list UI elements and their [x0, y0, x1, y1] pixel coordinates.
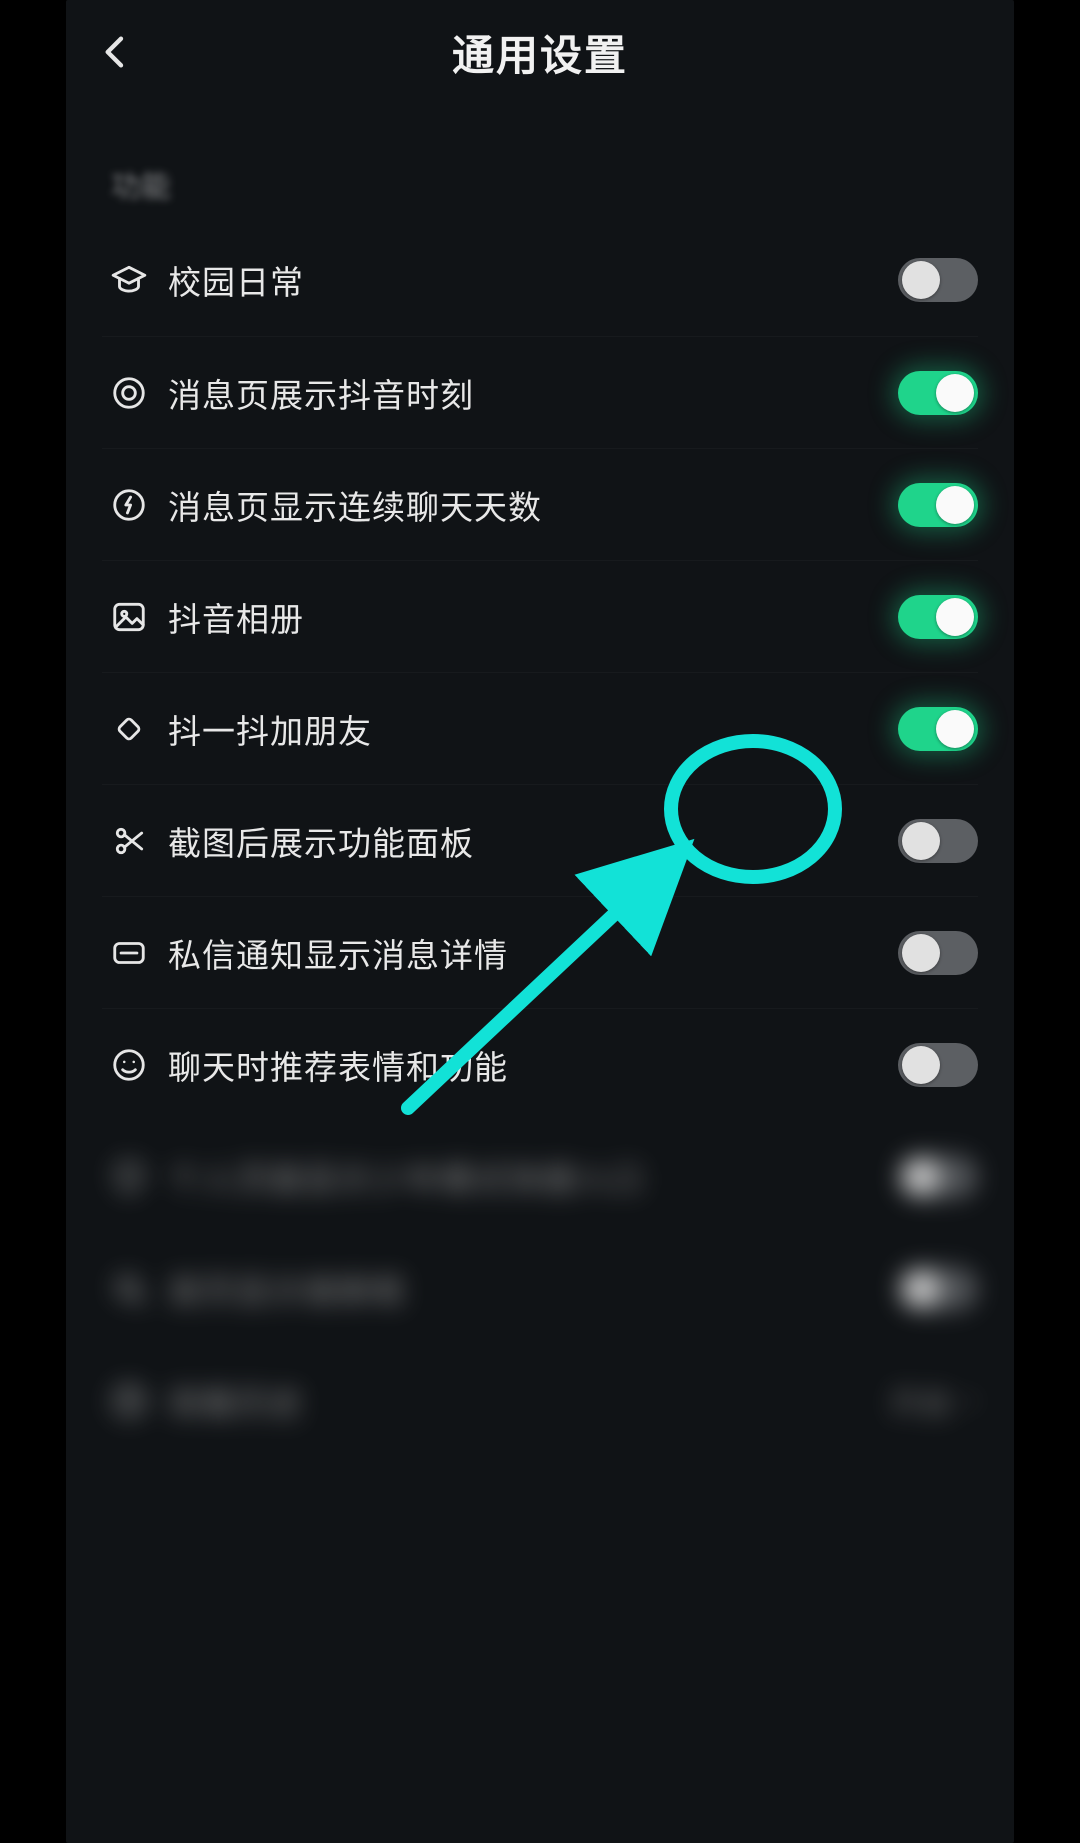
setting-row-label: 抖音相册	[156, 593, 898, 641]
setting-row-6: 私信通知显示消息详情	[102, 896, 978, 1008]
setting-row-label: 抖一抖加朋友	[156, 705, 898, 753]
toggle-knob	[902, 934, 940, 972]
setting-row-label: 观看历史	[156, 1377, 890, 1425]
setting-row-blurred-0: 个人页面显示少年模式快捷入口	[102, 1120, 978, 1232]
toggle-knob	[936, 486, 974, 524]
setting-row-2: 消息页显示连续聊天天数	[102, 448, 978, 560]
toggle-main-3[interactable]	[898, 595, 978, 639]
setting-row-3: 抖音相册	[102, 560, 978, 672]
search-icon	[102, 1270, 156, 1308]
toggle-knob	[936, 598, 974, 636]
section-label: 功能	[66, 104, 1014, 224]
toggle-knob	[902, 1046, 940, 1084]
setting-row-7: 聊天时推荐表情和功能	[102, 1008, 978, 1120]
setting-row-blurred-2: 观看历史开启	[102, 1344, 978, 1456]
setting-row-5: 截图后展示功能面板	[102, 784, 978, 896]
bolt-icon	[102, 486, 156, 524]
setting-row-label: 消息页显示连续聊天天数	[156, 481, 898, 529]
toggle-knob	[902, 261, 940, 299]
toggle-knob	[936, 710, 974, 748]
history-icon	[102, 1382, 156, 1420]
toggle-main-7[interactable]	[898, 1043, 978, 1087]
toggle-knob	[936, 374, 974, 412]
toggle-main-0[interactable]	[898, 258, 978, 302]
toggle-knob	[902, 1270, 940, 1308]
setting-row-blurred-1: 首页显示搜索框	[102, 1232, 978, 1344]
smile-icon	[102, 1046, 156, 1084]
setting-row-0: 校园日常	[102, 224, 978, 336]
setting-row-label: 聊天时推荐表情和功能	[156, 1041, 898, 1089]
message-icon	[102, 934, 156, 972]
scissors-icon	[102, 822, 156, 860]
setting-row-label: 个人页面显示少年模式快捷入口	[156, 1153, 898, 1201]
setting-row-4: 抖一抖加朋友	[102, 672, 978, 784]
settings-list: 校园日常消息页展示抖音时刻消息页显示连续聊天天数抖音相册抖一抖加朋友截图后展示功…	[66, 224, 1014, 1456]
target-icon	[102, 374, 156, 412]
gallery-icon	[102, 598, 156, 636]
setting-row-label: 首页显示搜索框	[156, 1265, 898, 1313]
chevron-right-icon	[960, 1392, 978, 1410]
header: 通用设置	[66, 0, 1014, 104]
toggle-main-2[interactable]	[898, 483, 978, 527]
row-value[interactable]: 开启	[890, 1379, 978, 1423]
graduation-icon	[102, 261, 156, 299]
settings-screen: 通用设置 功能 校园日常消息页展示抖音时刻消息页显示连续聊天天数抖音相册抖一抖加…	[66, 0, 1014, 1843]
back-button[interactable]	[86, 22, 146, 82]
toggle-knob	[902, 822, 940, 860]
setting-row-1: 消息页展示抖音时刻	[102, 336, 978, 448]
toggle-knob	[902, 1158, 940, 1196]
page-title: 通用设置	[452, 22, 628, 83]
toggle-blur-1[interactable]	[898, 1267, 978, 1311]
setting-row-label: 校园日常	[156, 256, 898, 304]
toggle-main-6[interactable]	[898, 931, 978, 975]
shake-icon	[102, 710, 156, 748]
setting-row-label: 截图后展示功能面板	[156, 817, 898, 865]
shield-icon	[102, 1158, 156, 1196]
setting-row-label: 消息页展示抖音时刻	[156, 369, 898, 417]
chevron-left-icon	[96, 32, 136, 72]
toggle-blur-0[interactable]	[898, 1155, 978, 1199]
setting-row-label: 私信通知显示消息详情	[156, 929, 898, 977]
toggle-main-4[interactable]	[898, 707, 978, 751]
toggle-main-5[interactable]	[898, 819, 978, 863]
toggle-main-1[interactable]	[898, 371, 978, 415]
